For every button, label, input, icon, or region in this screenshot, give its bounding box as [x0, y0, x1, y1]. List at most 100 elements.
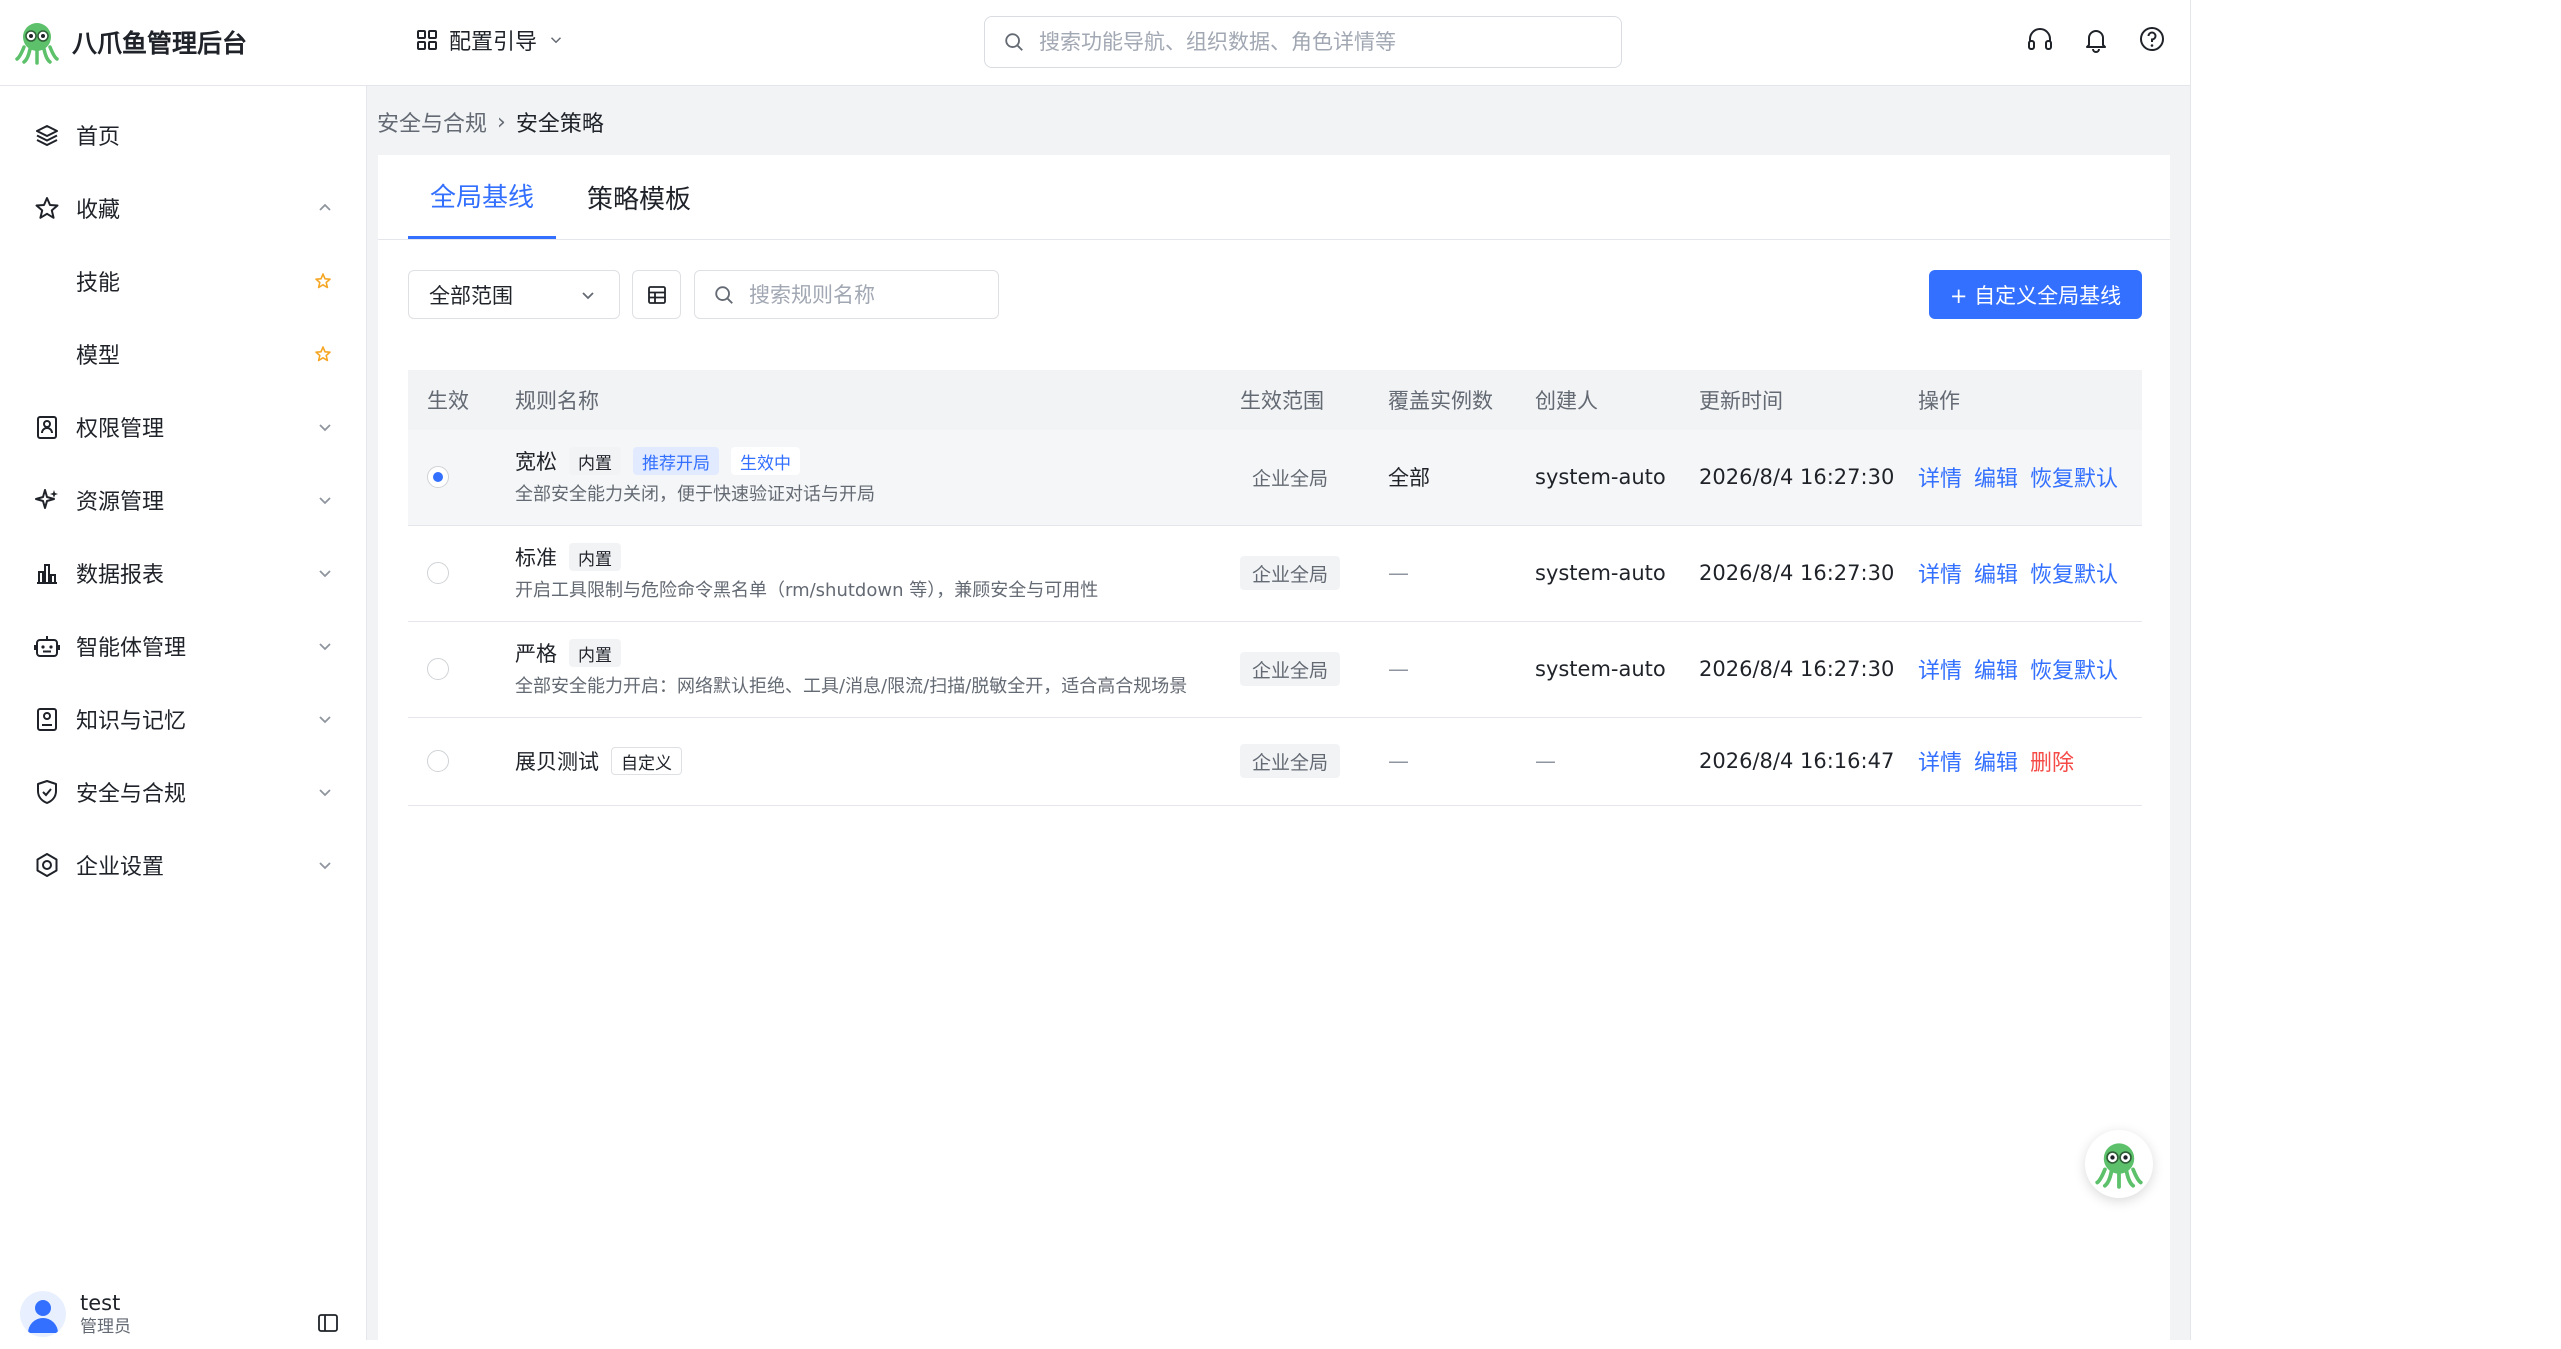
tab-policy-templates[interactable]: 策略模板 [574, 155, 704, 239]
coverage-cell: 全部 [1388, 466, 1430, 490]
breadcrumb-parent[interactable]: 安全与合规 [377, 106, 487, 138]
active-radio[interactable] [427, 658, 449, 680]
top-bar: 八爪鱼管理后台 配置引导 [0, 0, 2190, 86]
sparkle-icon [33, 486, 61, 514]
sidebar-item-reports[interactable]: 数据报表 [0, 536, 366, 609]
active-radio[interactable] [427, 466, 449, 488]
scope-select-value: 全部范围 [429, 283, 513, 308]
user-icon [28, 1300, 58, 1333]
scope-select[interactable]: 全部范围 [408, 270, 620, 319]
rule-name: 展贝测试 [515, 750, 599, 774]
chevron-down-icon [319, 788, 331, 796]
actions-cell: 详情 编辑 恢复默认 [1918, 460, 2130, 494]
detail-link[interactable]: 详情 [1918, 745, 1962, 777]
sidebar-item-skills[interactable]: 技能 [0, 244, 366, 317]
sidebar-collapse-icon[interactable] [316, 1311, 340, 1335]
sidebar: 首页 收藏 技能 模型 权限管理 资源管理 数据报表 智能体管理 知识与记忆 安… [0, 86, 367, 1340]
shield-icon [33, 778, 61, 806]
star-filled-icon[interactable] [314, 272, 332, 290]
header-updated: 更新时间 [1699, 389, 1783, 413]
help-icon [2140, 27, 2164, 51]
updated-cell: 2026/8/4 16:27:30 [1699, 465, 1895, 489]
rule-name-cell: 展贝测试 自定义 [515, 745, 682, 777]
edit-link[interactable]: 编辑 [1974, 461, 2018, 493]
scope-tag: 企业全局 [1240, 556, 1341, 590]
table-row[interactable]: 严格 内置 全部安全能力开启：网络默认拒绝、工具/消息/限流/扫描/脱敏全开，适… [408, 622, 2142, 718]
sidebar-item-label: 数据报表 [76, 562, 165, 588]
global-search-input[interactable] [1037, 29, 1601, 55]
restore-default-link[interactable]: 恢复默认 [2030, 461, 2118, 493]
active-radio[interactable] [427, 750, 449, 772]
sidebar-item-agents[interactable]: 智能体管理 [0, 609, 366, 682]
sidebar-item-permissions[interactable]: 权限管理 [0, 390, 366, 463]
table-row[interactable]: 展贝测试 自定义 企业全局 — — 2026/8/4 16:16:47 详情 编… [408, 718, 2142, 806]
sidebar-item-models[interactable]: 模型 [0, 317, 366, 390]
chevron-down-icon [319, 423, 331, 431]
config-guide-menu[interactable]: 配置引导 [415, 24, 565, 56]
actions-cell: 详情 编辑 恢复默认 [1918, 556, 2130, 590]
sidebar-item-favorites[interactable]: 收藏 [0, 171, 366, 244]
breadcrumb: 安全与合规 › 安全策略 [377, 106, 604, 138]
octopus-assistant-icon [2095, 1143, 2143, 1189]
sidebar-item-resources[interactable]: 资源管理 [0, 463, 366, 536]
sidebar-item-security[interactable]: 安全与合规 [0, 755, 366, 828]
table-view-toggle[interactable] [632, 270, 681, 319]
rule-description: 开启工具限制与危险命令黑名单（rm/shutdown 等），兼顾安全与可用性 [515, 580, 1099, 601]
notifications-button[interactable] [2081, 24, 2111, 54]
header-creator: 创建人 [1535, 389, 1598, 413]
updated-cell: 2026/8/4 16:27:30 [1699, 561, 1895, 585]
table-row[interactable]: 标准 内置 开启工具限制与危险命令黑名单（rm/shutdown 等），兼顾安全… [408, 526, 2142, 622]
sidebar-item-label: 首页 [76, 124, 121, 150]
header-rule-name: 规则名称 [515, 389, 599, 413]
edit-link[interactable]: 编辑 [1974, 745, 2018, 777]
table-row[interactable]: 宽松 内置 推荐开局 生效中 全部安全能力关闭，便于快速验证对话与开局 企业全局… [408, 430, 2142, 526]
coverage-cell: — [1388, 561, 1409, 585]
sidebar-item-label: 收藏 [76, 197, 121, 223]
add-custom-baseline-button[interactable]: + 自定义全局基线 [1929, 270, 2142, 319]
restore-default-link[interactable]: 恢复默认 [2030, 557, 2118, 589]
user-info: test 管理员 [80, 1290, 131, 1338]
user-profile[interactable]: test 管理员 [20, 1290, 131, 1338]
creator-cell: — [1535, 749, 1556, 773]
rule-search-input[interactable] [747, 281, 991, 308]
active-radio[interactable] [427, 562, 449, 584]
detail-link[interactable]: 详情 [1918, 557, 1962, 589]
sidebar-item-enterprise-settings[interactable]: 企业设置 [0, 828, 366, 901]
help-button[interactable] [2137, 24, 2167, 54]
custom-tag: 自定义 [611, 747, 682, 775]
delete-link[interactable]: 删除 [2030, 745, 2074, 777]
coverage-cell: — [1388, 749, 1409, 773]
rule-name: 标准 [515, 546, 557, 570]
support-headset-button[interactable] [2025, 24, 2055, 54]
rule-name-cell: 标准 内置 [515, 541, 621, 573]
sidebar-item-knowledge[interactable]: 知识与记忆 [0, 682, 366, 755]
edit-link[interactable]: 编辑 [1974, 557, 2018, 589]
scope-tag: 企业全局 [1240, 652, 1341, 686]
detail-link[interactable]: 详情 [1918, 653, 1962, 685]
sidebar-item-label: 智能体管理 [76, 635, 187, 661]
rule-name-cell: 宽松 内置 推荐开局 生效中 [515, 445, 800, 477]
star-icon [33, 194, 61, 222]
tab-global-baseline[interactable]: 全局基线 [408, 155, 556, 239]
restore-default-link[interactable]: 恢复默认 [2030, 653, 2118, 685]
rule-search[interactable] [694, 270, 999, 319]
assistant-float-button[interactable] [2085, 1130, 2153, 1198]
brand[interactable]: 八爪鱼管理后台 [14, 19, 247, 65]
sidebar-item-home[interactable]: 首页 [0, 98, 366, 171]
rule-description: 全部安全能力开启：网络默认拒绝、工具/消息/限流/扫描/脱敏全开，适合高合规场景 [515, 676, 1188, 697]
search-icon [1005, 33, 1023, 51]
user-name: test [80, 1291, 121, 1315]
blank-right-region [2190, 0, 2561, 1340]
sidebar-item-label: 权限管理 [76, 416, 165, 442]
chevron-down-icon [319, 861, 331, 869]
chevron-down-icon [319, 642, 331, 650]
bar-chart-icon [33, 559, 61, 587]
chevron-down-icon [550, 37, 562, 44]
edit-link[interactable]: 编辑 [1974, 653, 2018, 685]
global-search[interactable] [984, 16, 1622, 68]
app-title: 八爪鱼管理后台 [72, 29, 248, 58]
detail-link[interactable]: 详情 [1918, 461, 1962, 493]
star-filled-icon[interactable] [314, 345, 332, 363]
table-icon [647, 285, 666, 304]
tab-bar: 全局基线 策略模板 [378, 155, 2170, 240]
